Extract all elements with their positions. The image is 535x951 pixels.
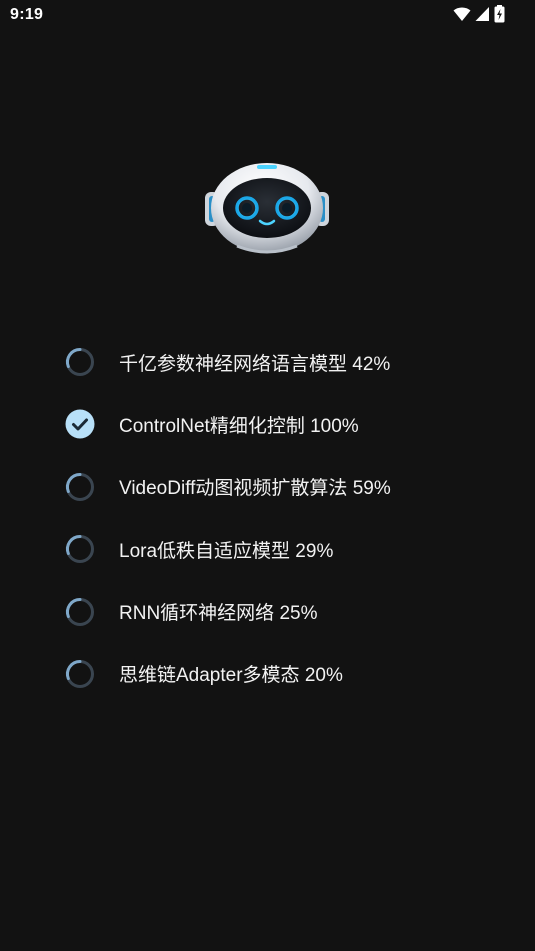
loading-spinner-icon: [64, 596, 96, 628]
loading-spinner-icon: [64, 471, 96, 503]
loading-spinner-icon: [64, 533, 96, 565]
task-item-1: ControlNet精细化控制 100%: [64, 401, 504, 447]
task-item-5: 思维链Adapter多模态 20%: [64, 651, 504, 697]
wifi-icon: [453, 6, 471, 22]
task-label: 千亿参数神经网络语言模型 42%: [119, 353, 391, 375]
task-list: 千亿参数神经网络语言模型 42% ControlNet精细化控制 100% Vi…: [64, 339, 504, 713]
loading-spinner-icon: [64, 346, 96, 378]
robot-mascot-image: [201, 158, 333, 256]
task-item-3: Lora低秩自适应模型 29%: [64, 526, 504, 572]
battery-charging-icon: [494, 5, 505, 23]
check-circle-icon: [64, 408, 96, 440]
cellular-signal-icon: [475, 6, 490, 22]
task-label: 思维链Adapter多模态 20%: [119, 665, 343, 687]
loading-spinner-icon: [64, 658, 96, 690]
task-label: VideoDiff动图视频扩散算法 59%: [119, 478, 391, 500]
task-item-0: 千亿参数神经网络语言模型 42%: [64, 339, 504, 385]
screen: 9:19 千亿参数神经网络语言模型 42% ControlNet精细化控制 10…: [0, 0, 535, 951]
status-time: 9:19: [10, 6, 44, 23]
task-item-2: VideoDiff动图视频扩散算法 59%: [64, 464, 504, 510]
status-icons: [453, 5, 505, 23]
task-item-4: RNN循环神经网络 25%: [64, 589, 504, 635]
task-label: RNN循环神经网络 25%: [119, 603, 318, 625]
task-label: ControlNet精细化控制 100%: [119, 415, 359, 437]
task-label: Lora低秩自适应模型 29%: [119, 540, 334, 562]
status-bar: 9:19: [0, 0, 535, 30]
